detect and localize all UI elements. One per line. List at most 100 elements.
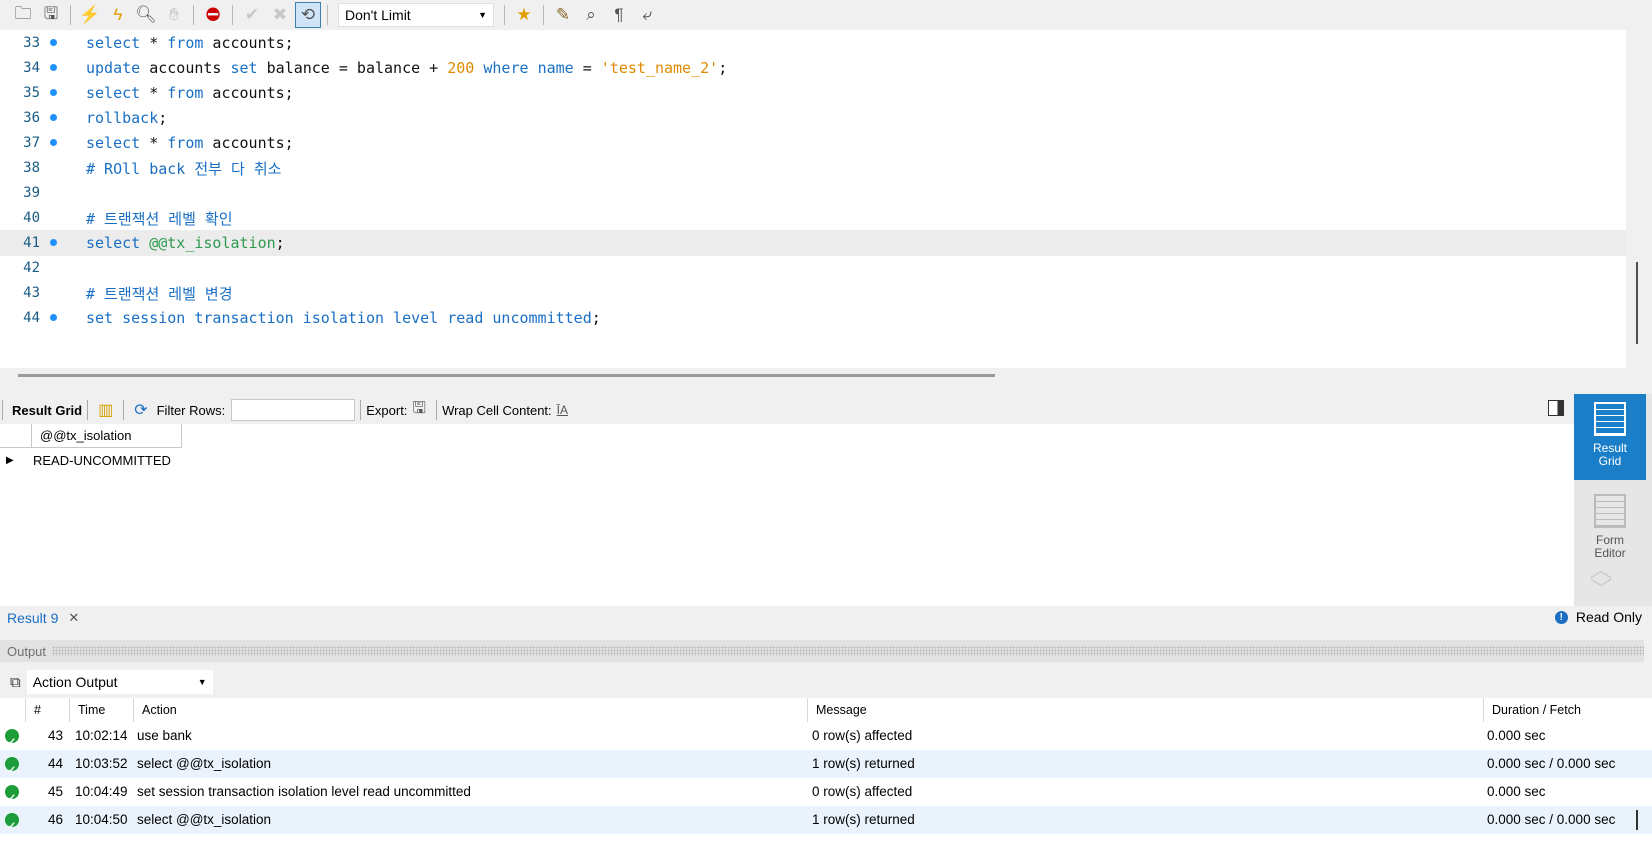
column-header-num[interactable]: # bbox=[26, 698, 70, 722]
output-type-value: Action Output bbox=[32, 674, 118, 690]
line-number: 33 bbox=[23, 35, 40, 51]
toolbar-separator bbox=[2, 400, 3, 420]
panel-grip[interactable] bbox=[52, 646, 1644, 656]
code-text: select @@tx_isolation; bbox=[86, 234, 285, 252]
export-icon[interactable]: 🖫 bbox=[412, 397, 426, 424]
code-text: select * from accounts; bbox=[86, 134, 294, 152]
sql-editor[interactable]: 33 select * from accounts; 34 update acc… bbox=[0, 30, 1626, 368]
column-header-action[interactable]: Action bbox=[134, 698, 808, 722]
output-controls: ⧉ Action Output ▼ bbox=[0, 668, 1652, 696]
table-row[interactable]: ▶ READ-UNCOMMITTED bbox=[0, 448, 171, 472]
table-row[interactable]: ✓ 45 10:04:49 set session transaction is… bbox=[0, 778, 1652, 806]
code-line: 34 update accounts set balance = balance… bbox=[0, 55, 1626, 81]
stop-icon[interactable]: ✋︎ bbox=[161, 2, 187, 28]
execute-icon[interactable]: ⚡ bbox=[77, 2, 103, 28]
open-folder-icon[interactable]: 🗀 bbox=[10, 2, 36, 28]
wrap-cell-content-label: Wrap Cell Content: bbox=[442, 402, 552, 418]
statement-marker bbox=[40, 55, 86, 81]
line-number: 36 bbox=[23, 110, 40, 126]
statement-marker-empty bbox=[40, 280, 86, 306]
table-header: # Time Action Message Duration / Fetch bbox=[0, 698, 1652, 722]
toggle-side-panel-icon[interactable] bbox=[1548, 400, 1564, 416]
grid-icon bbox=[1594, 402, 1626, 436]
statement-marker bbox=[40, 105, 86, 131]
statement-marker-empty bbox=[40, 155, 86, 181]
chevron-down-icon: ▼ bbox=[197, 677, 207, 687]
row-num: 43 bbox=[48, 728, 64, 743]
find-icon[interactable]: ⌕ bbox=[578, 2, 604, 28]
row-time: 10:03:52 bbox=[75, 756, 128, 771]
status-column-header bbox=[0, 698, 26, 722]
output-scrollbar[interactable] bbox=[1636, 810, 1638, 830]
copy-icon[interactable]: ⧉ bbox=[10, 674, 21, 691]
output-panel-header: Output bbox=[0, 640, 1644, 662]
save-icon[interactable]: 🖫 bbox=[38, 2, 64, 28]
limit-rows-select[interactable]: Don't Limit ▼ bbox=[338, 3, 494, 27]
toolbar-separator bbox=[232, 5, 233, 25]
result-grid: @@tx_isolation ▶ READ-UNCOMMITTED bbox=[0, 424, 1574, 606]
toggle-error-icon[interactable]: ⛔︎ bbox=[200, 2, 226, 28]
execute-current-icon[interactable]: ϟ bbox=[105, 2, 131, 28]
result-grid-view-button[interactable]: Result Grid bbox=[1574, 394, 1646, 480]
line-number: 34 bbox=[23, 60, 40, 76]
explain-icon[interactable]: 🔍︎ bbox=[133, 2, 159, 28]
success-icon: ✓ bbox=[5, 729, 19, 748]
wrap-icon[interactable]: ⤶ bbox=[634, 2, 660, 28]
row-action: select @@tx_isolation bbox=[137, 756, 271, 771]
wrap-cell-icon[interactable]: ĪA bbox=[557, 403, 568, 417]
rollback-icon[interactable]: ✖ bbox=[267, 2, 293, 28]
refresh-icon[interactable]: ⟳ bbox=[134, 400, 147, 420]
filter-rows-label: Filter Rows: bbox=[156, 402, 226, 418]
row-duration: 0.000 sec / 0.000 sec bbox=[1487, 756, 1616, 771]
autocommit-icon[interactable]: ⟲ bbox=[295, 2, 321, 28]
result-tab-bar: Result 9 ✕ ! Read Only bbox=[0, 606, 1652, 630]
code-line: 42 bbox=[0, 255, 1626, 281]
toolbar-separator bbox=[70, 5, 71, 25]
editor-horizontal-scrollbar[interactable] bbox=[18, 374, 995, 377]
table-row[interactable]: ✓ 44 10:03:52 select @@tx_isolation 1 ro… bbox=[0, 750, 1652, 778]
toolbar-separator bbox=[193, 5, 194, 25]
beautify-icon[interactable]: ✎ bbox=[550, 2, 576, 28]
column-header-duration[interactable]: Duration / Fetch bbox=[1484, 698, 1624, 722]
invisible-chars-icon[interactable]: ¶ bbox=[606, 2, 632, 28]
output-type-select[interactable]: Action Output ▼ bbox=[26, 670, 213, 694]
code-comment: # ROll back 전부 다 취소 bbox=[86, 159, 282, 178]
chevron-down-icon: ▼ bbox=[478, 10, 487, 20]
code-line: 37 select * from accounts; bbox=[0, 130, 1626, 156]
row-time: 10:04:50 bbox=[75, 812, 128, 827]
close-icon[interactable]: ✕ bbox=[68, 610, 79, 626]
row-duration: 0.000 sec bbox=[1487, 728, 1546, 743]
code-line: 36 rollback; bbox=[0, 105, 1626, 131]
filter-rows-input[interactable] bbox=[231, 399, 356, 421]
code-text: rollback; bbox=[86, 109, 168, 127]
grid-header-gutter bbox=[0, 424, 32, 447]
line-number: 40 bbox=[23, 210, 40, 226]
commit-icon[interactable]: ✔ bbox=[239, 2, 265, 28]
form-editor-view-button[interactable]: Form Editor bbox=[1574, 486, 1646, 560]
editor-vertical-scrollbar[interactable] bbox=[1636, 262, 1638, 344]
table-row[interactable]: ✓ 43 10:02:14 use bank 0 row(s) affected… bbox=[0, 722, 1652, 750]
grid-header: @@tx_isolation bbox=[0, 424, 182, 448]
code-line: 40 # 트랜잭션 레벨 확인 bbox=[0, 205, 1626, 231]
row-message: 1 row(s) returned bbox=[812, 812, 915, 827]
success-icon: ✓ bbox=[5, 785, 19, 804]
grid-layout-icon[interactable]: ▥ bbox=[98, 400, 113, 420]
row-num: 44 bbox=[48, 756, 64, 771]
table-row[interactable]: ✓ 46 10:04:50 select @@tx_isolation 1 ro… bbox=[0, 806, 1652, 834]
bookmark-icon[interactable]: ★ bbox=[511, 2, 537, 28]
column-header-time[interactable]: Time bbox=[70, 698, 134, 722]
action-output-table: # Time Action Message Duration / Fetch ✓… bbox=[0, 698, 1652, 850]
grid-cell[interactable]: READ-UNCOMMITTED bbox=[32, 453, 171, 468]
line-number: 43 bbox=[23, 285, 40, 301]
column-header[interactable]: @@tx_isolation bbox=[32, 424, 182, 447]
result-tab[interactable]: Result 9 bbox=[0, 610, 58, 626]
toolbar-separator bbox=[87, 400, 89, 420]
statement-marker bbox=[40, 305, 86, 331]
read-only-label: Read Only bbox=[1575, 609, 1642, 625]
column-header-message[interactable]: Message bbox=[808, 698, 1484, 722]
row-duration: 0.000 sec / 0.000 sec bbox=[1487, 812, 1616, 827]
code-text: set session transaction isolation level … bbox=[86, 309, 601, 327]
chevron-down-icon[interactable]: ﹀ bbox=[1590, 572, 1612, 604]
export-label: Export: bbox=[366, 402, 408, 418]
code-line-current: 41 select @@tx_isolation; bbox=[0, 230, 1626, 256]
